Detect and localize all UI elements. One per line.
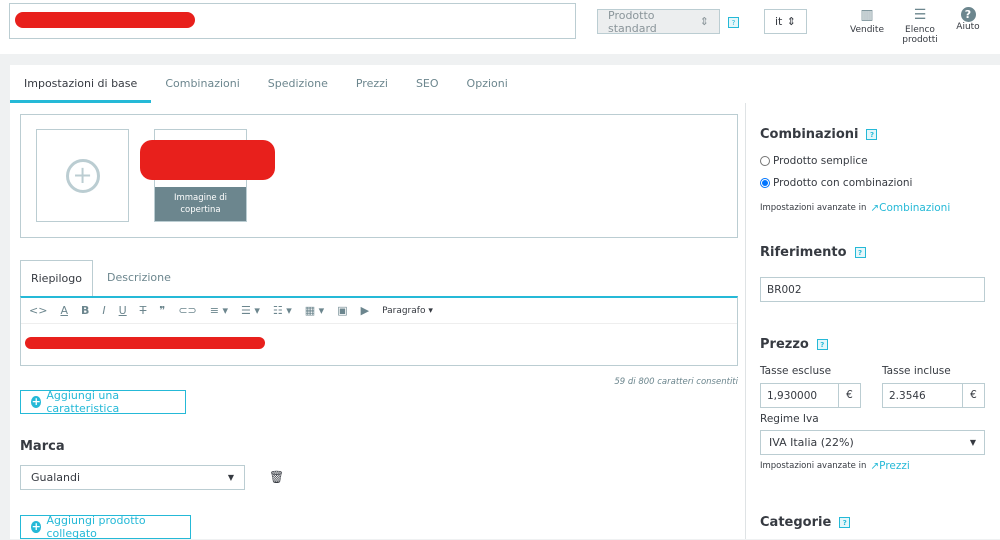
- price-excl-label: Tasse escluse: [760, 365, 832, 377]
- help-icon[interactable]: ?: [816, 339, 828, 350]
- divider: [745, 103, 746, 539]
- format-value: Paragrafo: [382, 305, 426, 316]
- tab-seo[interactable]: SEO: [402, 65, 453, 103]
- tax-rule-value: IVA Italia (22%): [769, 436, 854, 449]
- tab-shipping[interactable]: Spedizione: [254, 65, 342, 103]
- price-excl-value: 1,930000: [767, 389, 818, 402]
- tab-combinations[interactable]: Combinazioni: [151, 65, 253, 103]
- tab-summary[interactable]: Riepilogo: [20, 260, 93, 297]
- help-icon[interactable]: ?: [866, 129, 878, 140]
- align-icon[interactable]: ≡ ▾: [210, 304, 228, 317]
- sales-button[interactable]: ▥ Vendite: [848, 7, 886, 35]
- radio[interactable]: [760, 178, 770, 188]
- combinations-title: Combinazioni: [760, 127, 859, 142]
- combinations-link[interactable]: ↗Combinazioni: [870, 202, 950, 214]
- reference-input[interactable]: BR002: [760, 277, 985, 302]
- language-value: it: [775, 15, 783, 28]
- link-label: Combinazioni: [879, 202, 951, 214]
- plus-icon: +: [31, 520, 42, 533]
- tab-options[interactable]: Opzioni: [453, 65, 522, 103]
- reference-title: Riferimento: [760, 245, 847, 260]
- sales-label: Vendite: [850, 25, 884, 35]
- currency-symbol: €: [962, 384, 984, 407]
- editor-toolbar: <> A B I U T ❞ ⊂⊃ ≡ ▾ ☰ ▾ ☷ ▾ ▦ ▾ ▣ ▶ Paragrafo ▾: [21, 298, 737, 324]
- advanced-settings-text: Impostazioni avanzate in: [760, 203, 867, 213]
- italic-icon[interactable]: I: [102, 304, 105, 317]
- cover-label: Immagine di copertina: [155, 187, 246, 221]
- combinations-product-radio[interactable]: Prodotto con combinazioni: [760, 177, 912, 189]
- question-icon: ?: [960, 7, 976, 22]
- video-icon[interactable]: ▶: [361, 304, 369, 317]
- trash-icon[interactable]: 🗑: [269, 470, 284, 484]
- tab-prices[interactable]: Prezzi: [342, 65, 402, 103]
- language-select[interactable]: it ⇕: [764, 9, 807, 34]
- redaction: [15, 12, 195, 28]
- tax-rule-select[interactable]: IVA Italia (22%) ▼: [760, 430, 985, 455]
- radio-label: Prodotto con combinazioni: [773, 177, 913, 189]
- help-label: Aiuto: [956, 22, 980, 32]
- product-type-value: Prodotto standard: [608, 8, 657, 35]
- link-icon[interactable]: ⊂⊃: [178, 304, 196, 317]
- bullet-list-icon[interactable]: ☰ ▾: [241, 304, 260, 317]
- numbered-list-icon[interactable]: ☷ ▾: [273, 304, 292, 317]
- redaction: [25, 337, 265, 349]
- add-related-label: Aggiungi prodotto collegato: [46, 514, 146, 540]
- price-title: Prezzo: [760, 337, 809, 352]
- product-tabs: Impostazioni di base Combinazioni Spediz…: [10, 65, 1000, 103]
- external-link-icon: ↗: [870, 460, 880, 472]
- radio[interactable]: [760, 156, 770, 166]
- redaction: [140, 140, 275, 180]
- add-feature-button[interactable]: + Aggiungi una caratteristica: [20, 389, 186, 415]
- brand-select[interactable]: Gualandi ▼: [20, 465, 245, 490]
- plus-icon: +: [31, 395, 42, 408]
- price-incl-input[interactable]: 2.3546 €: [882, 383, 985, 408]
- reference-value: BR002: [767, 283, 802, 296]
- list-icon: ☰: [913, 7, 927, 23]
- radio-label: Prodotto semplice: [773, 155, 868, 167]
- table-icon[interactable]: ▦ ▾: [305, 304, 324, 317]
- advanced-settings-text: Impostazioni avanzate in: [760, 461, 867, 471]
- add-image-button[interactable]: +: [36, 129, 129, 222]
- summary-editor[interactable]: <> A B I U T ❞ ⊂⊃ ≡ ▾ ☰ ▾ ☷ ▾ ▦ ▾ ▣ ▶ Paragrafo ▾: [20, 296, 738, 366]
- add-related-button[interactable]: + Aggiungi prodotto collegato: [20, 514, 191, 540]
- help-icon[interactable]: ?: [839, 517, 851, 528]
- bold-icon[interactable]: B: [81, 304, 89, 317]
- text-color-icon[interactable]: A: [60, 304, 68, 317]
- prices-link[interactable]: ↗Prezzi: [870, 460, 909, 472]
- quote-icon[interactable]: ❞: [159, 304, 165, 317]
- price-incl-value: 2.3546: [889, 389, 926, 402]
- simple-product-radio[interactable]: Prodotto semplice: [760, 155, 868, 167]
- add-feature-label: Aggiungi una caratteristica: [46, 389, 120, 415]
- price-incl-label: Tasse incluse: [882, 365, 951, 377]
- underline-icon[interactable]: U: [119, 304, 127, 317]
- chart-icon: ▥: [860, 7, 874, 23]
- product-list-button[interactable]: ☰ Elenco prodotti: [888, 7, 952, 45]
- plus-circle-icon: +: [65, 158, 100, 193]
- tax-rule-label: Regime Iva: [760, 413, 819, 425]
- brand-value: Gualandi: [31, 471, 81, 484]
- brand-title: Marca: [20, 439, 65, 454]
- price-excl-input[interactable]: 1,930000 €: [760, 383, 861, 408]
- tab-description[interactable]: Descrizione: [107, 260, 171, 295]
- help-button[interactable]: ? Aiuto: [955, 7, 981, 32]
- product-list-label: Elenco prodotti: [902, 25, 938, 45]
- image-icon[interactable]: ▣: [337, 304, 347, 317]
- link-label: Prezzi: [879, 460, 910, 472]
- external-link-icon: ↗: [870, 202, 880, 214]
- help-icon[interactable]: ?: [854, 247, 866, 258]
- categories-title: Categorie: [760, 515, 832, 530]
- help-icon[interactable]: ?: [728, 17, 739, 28]
- format-select[interactable]: Paragrafo ▾: [382, 306, 433, 316]
- product-type-select[interactable]: Prodotto standard ⇕: [597, 8, 720, 35]
- code-icon[interactable]: <>: [29, 304, 47, 317]
- currency-symbol: €: [838, 384, 860, 407]
- strikethrough-icon[interactable]: T: [140, 304, 147, 317]
- char-counter: 59 di 800 caratteri consentiti: [614, 377, 738, 387]
- tab-basic[interactable]: Impostazioni di base: [10, 65, 152, 103]
